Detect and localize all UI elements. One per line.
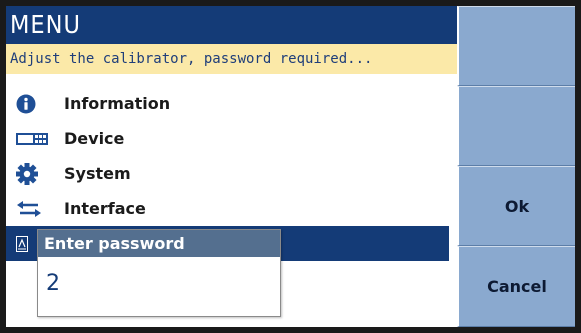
softkey-panel: Ok Cancel	[457, 6, 575, 327]
password-dialog: Enter password 2	[37, 229, 281, 317]
menu-item-system[interactable]: System	[6, 156, 449, 191]
menu-item-label: Device	[64, 129, 125, 148]
softkey-1[interactable]	[457, 6, 575, 86]
gear-icon	[16, 162, 52, 185]
hint-bar: Adjust the calibrator, password required…	[6, 44, 457, 74]
menu-item-label: System	[64, 164, 131, 183]
ok-button[interactable]: Ok	[457, 166, 575, 246]
softkey-2[interactable]	[457, 86, 575, 166]
menu-item-label: Information	[64, 94, 171, 113]
menu-item-interface[interactable]: Interface	[6, 191, 449, 226]
menu-item-label: Interface	[64, 199, 146, 218]
device-frame: MENU Adjust the calibrator, password req…	[0, 0, 581, 333]
arrows-icon	[16, 198, 52, 220]
page-title: MENU	[6, 6, 457, 44]
password-dialog-title: Enter password	[38, 230, 280, 257]
password-input[interactable]: 2	[38, 257, 280, 296]
cancel-button[interactable]: Cancel	[457, 246, 575, 327]
screen: MENU Adjust the calibrator, password req…	[6, 6, 575, 327]
device-icon	[16, 128, 52, 150]
menu-item-information[interactable]: Information	[6, 86, 449, 121]
info-icon	[16, 93, 52, 115]
menu-item-device[interactable]: Device	[6, 121, 449, 156]
